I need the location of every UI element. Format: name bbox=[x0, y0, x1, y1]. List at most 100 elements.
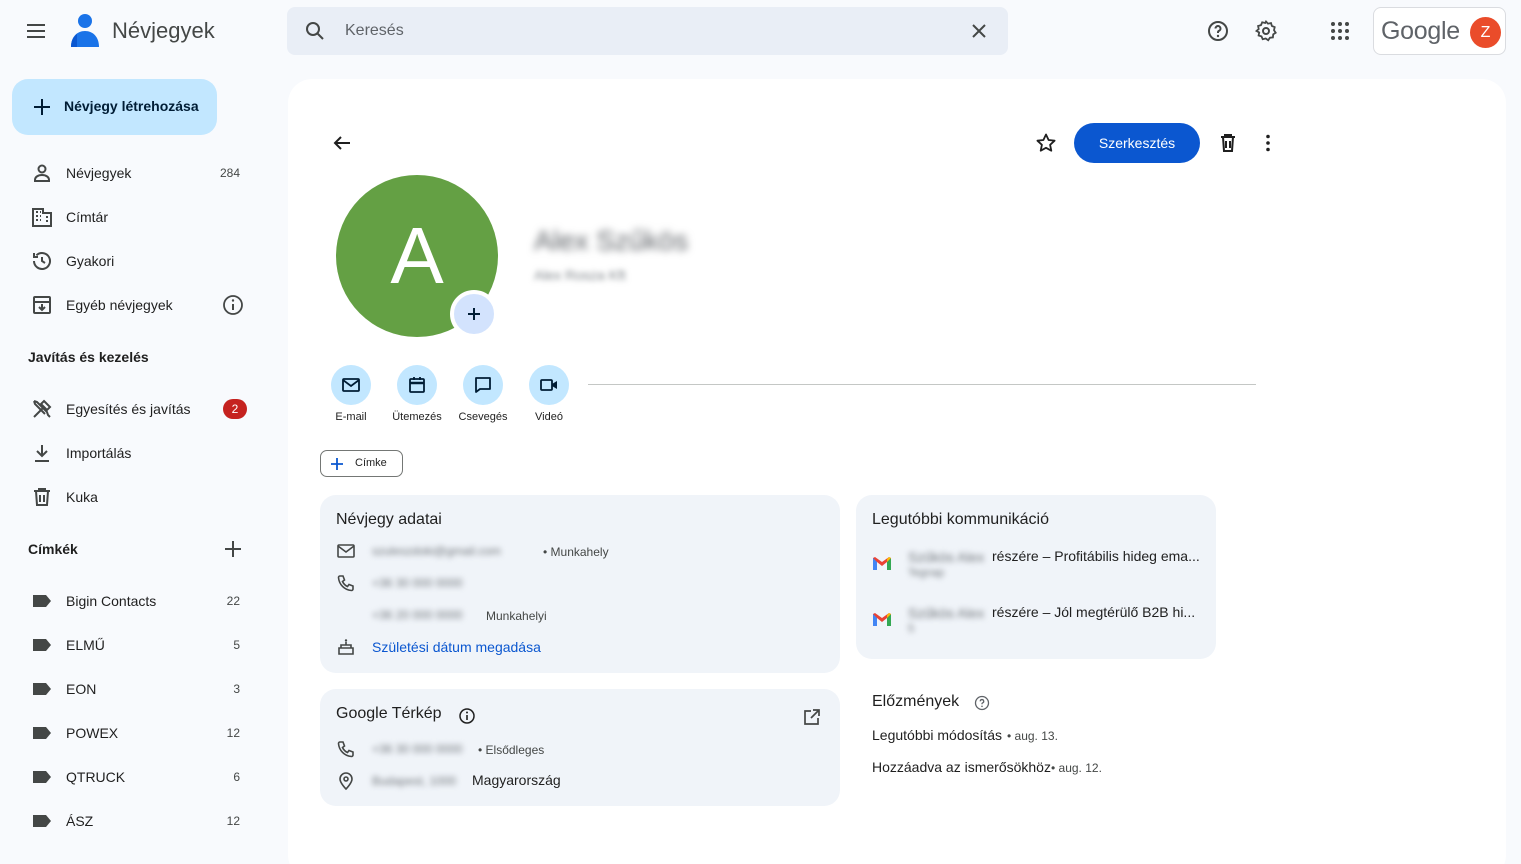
archive-download-icon bbox=[30, 293, 54, 317]
plus-icon bbox=[30, 95, 54, 119]
contact-name: Alex Szűkös bbox=[534, 225, 689, 256]
sidebar-item-label: Gyakori bbox=[66, 253, 115, 269]
create-contact-button[interactable]: Névjegy létrehozása bbox=[12, 79, 217, 135]
sidebar-item-import[interactable]: Importálás bbox=[0, 431, 270, 475]
gmail-icon bbox=[872, 611, 892, 627]
label-tag-icon bbox=[30, 765, 54, 789]
help-icon[interactable] bbox=[974, 695, 990, 711]
email-value[interactable]: szuleszdoki@gmail.com bbox=[372, 544, 501, 558]
sidebar-item-frequent[interactable]: Gyakori bbox=[0, 239, 270, 283]
location-pin-icon bbox=[336, 771, 356, 791]
contact-count: 284 bbox=[219, 166, 240, 180]
open-in-new-icon[interactable] bbox=[802, 707, 822, 727]
card-title: Google Térkép bbox=[336, 705, 442, 722]
sidebar-item-label: Kuka bbox=[66, 489, 98, 505]
add-photo-button[interactable] bbox=[450, 290, 498, 338]
tools-icon bbox=[30, 397, 54, 421]
info-icon[interactable] bbox=[221, 293, 245, 317]
sidebar-label-elmu[interactable]: ELMŰ 5 bbox=[0, 623, 270, 667]
search-icon[interactable] bbox=[303, 19, 327, 43]
label-count: 3 bbox=[233, 682, 240, 696]
label-button-text: Címke bbox=[355, 457, 387, 469]
recent-item-date: Tegnap bbox=[908, 567, 945, 579]
main-menu-icon[interactable] bbox=[24, 19, 48, 43]
label-count: 22 bbox=[226, 594, 240, 608]
back-arrow-icon[interactable] bbox=[330, 131, 354, 155]
label-count: 5 bbox=[233, 638, 240, 652]
trash-icon bbox=[30, 485, 54, 509]
sidebar-item-contacts[interactable]: Névjegyek 284 bbox=[0, 151, 270, 195]
add-birthday-link[interactable]: Születési dátum megadása bbox=[372, 639, 541, 655]
contact-company: Alex Rosza Kft bbox=[534, 267, 626, 283]
action-circle bbox=[529, 365, 569, 405]
address-value[interactable]: Budapest, 1000 bbox=[372, 774, 456, 788]
sidebar-item-other-contacts[interactable]: Egyéb névjegyek bbox=[0, 283, 270, 327]
label-tag-icon bbox=[30, 589, 54, 613]
phone-icon bbox=[336, 573, 356, 593]
chat-icon bbox=[475, 377, 491, 393]
recent-item-subject: részére – Jól megtérülő B2B hi... bbox=[992, 604, 1196, 620]
help-icon[interactable] bbox=[1206, 19, 1230, 43]
phone-value[interactable]: +36 30 000 0000 bbox=[372, 576, 462, 590]
last-modified-label: Legutóbbi módosítás bbox=[872, 727, 1002, 743]
app-title: Névjegyek bbox=[112, 18, 215, 43]
delete-icon[interactable] bbox=[1216, 131, 1240, 155]
cake-icon bbox=[336, 637, 356, 657]
add-label-button[interactable]: Címke bbox=[320, 450, 403, 477]
account-switcher[interactable]: Google Z bbox=[1373, 7, 1506, 55]
building-icon bbox=[30, 205, 54, 229]
label-tag-icon bbox=[30, 677, 54, 701]
label-tag-icon bbox=[30, 721, 54, 745]
create-contact-label: Névjegy létrehozása bbox=[64, 98, 199, 114]
sidebar-label-qtruck[interactable]: QTRUCK 6 bbox=[0, 755, 270, 799]
recent-item[interactable]: Szűkös Alex részére – Profitábilis hideg… bbox=[856, 543, 1216, 593]
last-modified-date: • aug. 13. bbox=[1007, 729, 1058, 743]
add-label-icon[interactable] bbox=[221, 537, 245, 561]
phone-value-work[interactable]: +36 20 000 0000 bbox=[372, 608, 462, 622]
card-title: Legutóbbi kommunikáció bbox=[872, 511, 1049, 528]
phone-type: Munkahelyi bbox=[486, 609, 547, 623]
action-chat[interactable]: Csevegés bbox=[453, 365, 513, 425]
sidebar-item-directory[interactable]: Címtár bbox=[0, 195, 270, 239]
videocam-icon bbox=[540, 379, 557, 391]
edit-button[interactable]: Szerkesztés bbox=[1074, 123, 1200, 163]
sidebar-item-label: Egyesítés és javítás bbox=[66, 401, 191, 417]
star-icon[interactable] bbox=[1034, 131, 1058, 155]
apps-grid-icon[interactable] bbox=[1328, 19, 1352, 43]
search-bar bbox=[287, 7, 1008, 55]
sidebar-label-eon[interactable]: EON 3 bbox=[0, 667, 270, 711]
search-input[interactable] bbox=[345, 7, 945, 55]
recent-item[interactable]: Szűkös Alex részére – Jól megtérülő B2B … bbox=[856, 599, 1216, 649]
download-icon bbox=[30, 441, 54, 465]
sidebar-label-powex[interactable]: POWEX 12 bbox=[0, 711, 270, 755]
action-video[interactable]: Videó bbox=[519, 365, 579, 425]
maps-phone-value[interactable]: +36 30 000 0000 bbox=[372, 742, 462, 756]
recent-communication-card: Legutóbbi kommunikáció Szűkös Alex részé… bbox=[856, 495, 1216, 659]
recent-item-recipient: Szűkös Alex bbox=[908, 605, 985, 621]
account-avatar[interactable]: Z bbox=[1470, 17, 1501, 48]
sidebar-item-merge-fix[interactable]: Egyesítés és javítás 2 bbox=[0, 387, 270, 431]
maps-phone-type: • Elsődleges bbox=[478, 743, 545, 757]
clear-search-icon[interactable] bbox=[967, 19, 991, 43]
action-schedule[interactable]: Ütemezés bbox=[387, 365, 447, 425]
divider bbox=[588, 384, 1256, 385]
google-maps-card: Google Térkép +36 30 000 0000 • Elsődleg… bbox=[320, 689, 840, 806]
more-vert-icon[interactable] bbox=[1256, 131, 1280, 155]
person-icon bbox=[30, 161, 54, 185]
sidebar-item-trash[interactable]: Kuka bbox=[0, 475, 270, 519]
gmail-icon bbox=[872, 555, 892, 571]
action-email[interactable]: E-mail bbox=[321, 365, 381, 425]
settings-gear-icon[interactable] bbox=[1254, 19, 1278, 43]
sidebar-label-bigin-contacts[interactable]: Bigin Contacts 22 bbox=[0, 579, 270, 623]
recent-item-recipient: Szűkös Alex bbox=[908, 549, 985, 565]
info-icon[interactable] bbox=[458, 707, 476, 725]
label-name: ELMŰ bbox=[66, 637, 105, 653]
contact-detail-panel: Szerkesztés A Alex Szűkös Alex Rosza Kft… bbox=[288, 79, 1506, 864]
mail-icon bbox=[342, 378, 360, 392]
sidebar-label-asz[interactable]: ÁSZ 12 bbox=[0, 799, 270, 843]
label-name: EON bbox=[66, 681, 97, 697]
sidebar-item-label: Importálás bbox=[66, 445, 132, 461]
notification-badge: 2 bbox=[223, 399, 247, 419]
email-type: • Munkahely bbox=[543, 545, 609, 559]
address-country: Magyarország bbox=[472, 772, 561, 788]
